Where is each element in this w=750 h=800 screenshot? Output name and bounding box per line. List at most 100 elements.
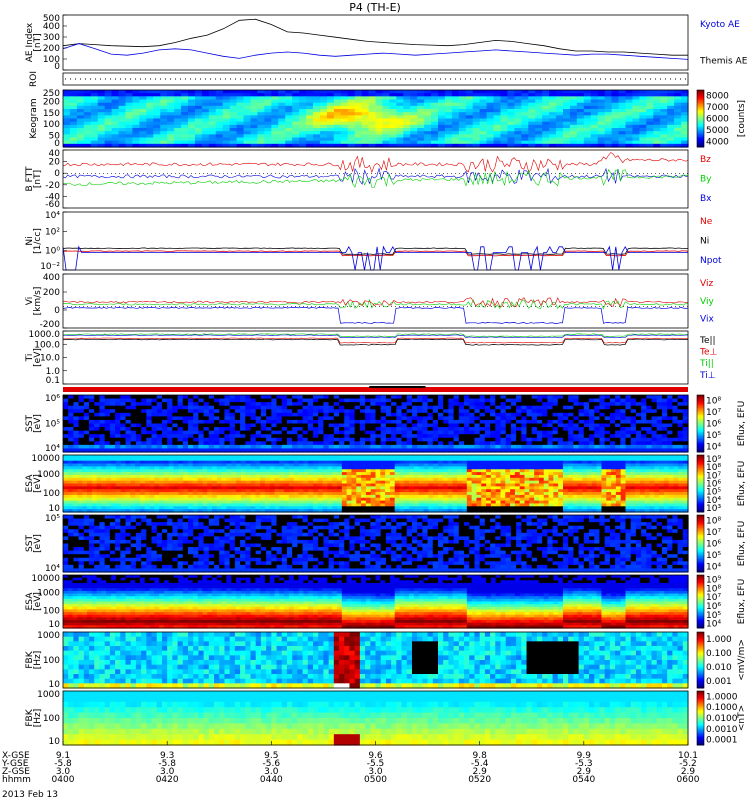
sst-e-cell — [495, 437, 502, 442]
sst-e-cell — [203, 405, 210, 410]
sst-e-cell — [526, 412, 533, 417]
roi-dot — [145, 78, 146, 80]
sst-e-cell — [224, 416, 231, 421]
sst-e-cell — [78, 412, 85, 417]
roi-dot — [430, 78, 431, 80]
sst-e-cell — [120, 427, 127, 432]
sst-e-cell — [531, 434, 538, 439]
sst-e-cell — [557, 409, 564, 414]
sst-e-cell — [615, 441, 621, 446]
sst-e-cell — [135, 398, 142, 403]
sst-e-cell — [365, 409, 371, 414]
sst-e-cell — [89, 444, 95, 450]
sst-e-cell — [615, 398, 621, 403]
roi-dot — [350, 78, 351, 80]
sst-e-cell — [604, 430, 611, 435]
sst-e-cell — [635, 395, 642, 400]
sst-e-cell — [411, 395, 418, 400]
sst-e-cell — [328, 441, 335, 446]
sst-e-cell — [161, 437, 168, 442]
sst-e-cell — [411, 441, 418, 446]
sst-e-cell — [635, 409, 642, 414]
sst-e-cell — [578, 402, 585, 407]
sst-e-cell — [260, 430, 267, 435]
sst-e-cell — [510, 416, 517, 421]
sst-e-cell — [292, 398, 298, 403]
sst-e-cell — [536, 398, 543, 403]
sst-e-cell — [63, 441, 69, 446]
sst-e-cell — [453, 430, 460, 435]
sst-e-cell — [89, 405, 95, 410]
sst-e-cell — [266, 423, 272, 428]
sst-e-cell — [448, 437, 455, 442]
sst-e-cell — [599, 434, 606, 439]
sst-e-cell — [448, 419, 455, 425]
sst-e-cell — [193, 402, 200, 407]
sst-e-cell — [615, 427, 621, 432]
sst-e-cell — [505, 395, 512, 400]
sst-e-cell — [161, 412, 168, 417]
sst-e-cell — [120, 419, 127, 425]
roi-dot — [500, 78, 501, 80]
sst-e-cell — [271, 402, 278, 407]
sst-e-cell — [615, 423, 621, 428]
sst-e-cell — [141, 430, 147, 435]
sst-e-cell — [286, 395, 293, 400]
sst-e-cell — [443, 430, 450, 435]
sst-e-cell — [219, 423, 226, 428]
keogram-colorbar-label: [counts] — [737, 100, 747, 137]
sst-e-cell — [344, 416, 351, 421]
sst-e-cell — [469, 395, 476, 400]
sst-e-cell — [172, 430, 179, 435]
sst-e-cell — [297, 434, 304, 439]
sst-e-cell — [286, 412, 293, 417]
sst-e-cell — [510, 423, 517, 428]
roi-dot — [490, 78, 491, 80]
sst-e-cell — [99, 398, 106, 403]
sst-e-cell — [370, 434, 377, 439]
sst-e-cell — [292, 409, 298, 414]
sst-e-cell — [177, 444, 184, 450]
sst-e-cell — [333, 423, 340, 428]
sst-e-cell — [302, 437, 309, 442]
sst-e-cell — [427, 430, 434, 435]
roi-dot — [140, 78, 141, 80]
sst-e-cell — [94, 405, 101, 410]
sst-e-cell — [432, 427, 439, 432]
panel-roi: ROI — [29, 71, 689, 87]
sst-e-cell — [380, 409, 387, 414]
sst-e-cell — [104, 427, 111, 432]
sst-e-cell — [672, 430, 679, 435]
panel-ae-legend: Themis AE — [699, 57, 748, 67]
sst-e-cell — [630, 444, 637, 450]
sst-e-cell — [182, 405, 189, 410]
sst-e-cell — [557, 416, 564, 421]
sst-e-cell — [385, 444, 392, 450]
sst-e-cell — [188, 419, 194, 425]
sst-e-cell — [589, 427, 595, 432]
sst-e-cell — [516, 398, 522, 403]
sst-e-cell — [214, 444, 220, 450]
sst-e-cell — [313, 416, 319, 421]
sst-e-cell — [188, 412, 194, 417]
sst-e-cell — [214, 416, 220, 421]
roi-dot — [125, 78, 126, 80]
sst-e-cell — [547, 437, 554, 442]
sst-e-cell — [568, 427, 575, 432]
roi-dot — [200, 78, 201, 80]
sst-e-cell — [219, 437, 226, 442]
sst-e-cell — [516, 423, 522, 428]
sst-e-cell — [365, 412, 371, 417]
sst-e-cell — [292, 441, 298, 446]
sst-e-cell — [333, 395, 340, 400]
sst-e-cell — [130, 409, 137, 414]
sst-e-cell — [193, 427, 200, 432]
sst-e-cell — [656, 398, 663, 403]
sst-e-cell — [672, 398, 679, 403]
sst-e-cell — [401, 395, 408, 400]
sst-e-cell — [146, 423, 153, 428]
sst-e-cell — [573, 444, 580, 450]
sst-e-cell — [401, 444, 408, 450]
sst-e-cell — [63, 412, 69, 417]
roi-dot — [355, 78, 356, 80]
